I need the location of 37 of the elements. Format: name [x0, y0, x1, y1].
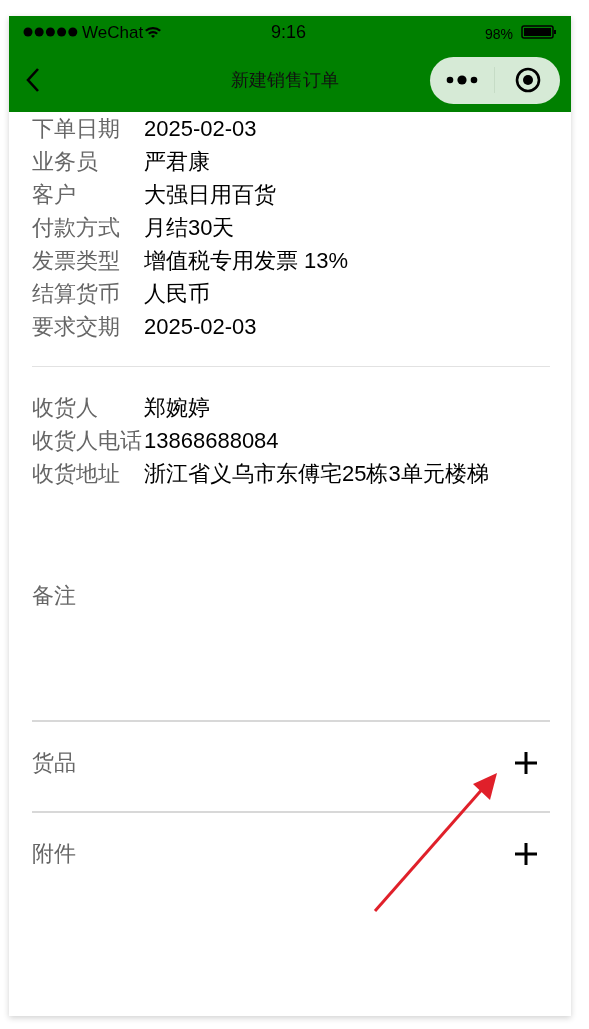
- field-label: 业务员: [32, 148, 99, 176]
- section-label: 货品: [32, 749, 76, 777]
- back-icon: [26, 67, 40, 93]
- add-button[interactable]: [513, 750, 539, 776]
- field-label: 要求交期: [32, 313, 121, 341]
- field-value: 2025-02-03: [144, 115, 257, 143]
- target-icon: [514, 67, 541, 93]
- field-value: 大强日用百货: [144, 181, 276, 209]
- plus-icon: [514, 751, 538, 775]
- field-value: 月结30天: [144, 214, 235, 242]
- carrier-name: WeChat: [82, 23, 144, 41]
- clock-time: 9:16: [271, 23, 307, 41]
- wifi-icon: [144, 25, 163, 39]
- more-icon: [446, 75, 478, 85]
- field-value: 严君康: [144, 148, 210, 176]
- field-label: 结算货币: [32, 280, 121, 308]
- field-value: 13868688084: [144, 427, 279, 455]
- field-value: 浙江省义乌市东傅宅25栋3单元楼梯: [144, 460, 489, 488]
- battery-icon: [521, 25, 557, 39]
- plus-icon: [514, 842, 538, 866]
- field-value: 增值税专用发票 13%: [144, 247, 349, 275]
- field-label: 收货人: [32, 394, 99, 422]
- field-value: 2025-02-03: [144, 313, 257, 341]
- field-label: 客户: [32, 181, 77, 209]
- battery-percent: 98%: [484, 27, 513, 41]
- remark-label: 备注: [32, 582, 76, 610]
- field-label: 付款方式: [32, 214, 121, 242]
- signal-icon: [23, 27, 79, 37]
- field-label: 发票类型: [32, 247, 121, 275]
- add-button[interactable]: [513, 841, 539, 867]
- field-label: 收货地址: [32, 460, 121, 488]
- field-value: 人民币: [144, 280, 210, 308]
- field-label: 下单日期: [32, 115, 121, 143]
- field-label: 收货人电话: [32, 427, 143, 455]
- field-value: 郑婉婷: [144, 394, 210, 422]
- page-title: 新建销售订单: [231, 71, 339, 89]
- section-label: 附件: [32, 840, 76, 868]
